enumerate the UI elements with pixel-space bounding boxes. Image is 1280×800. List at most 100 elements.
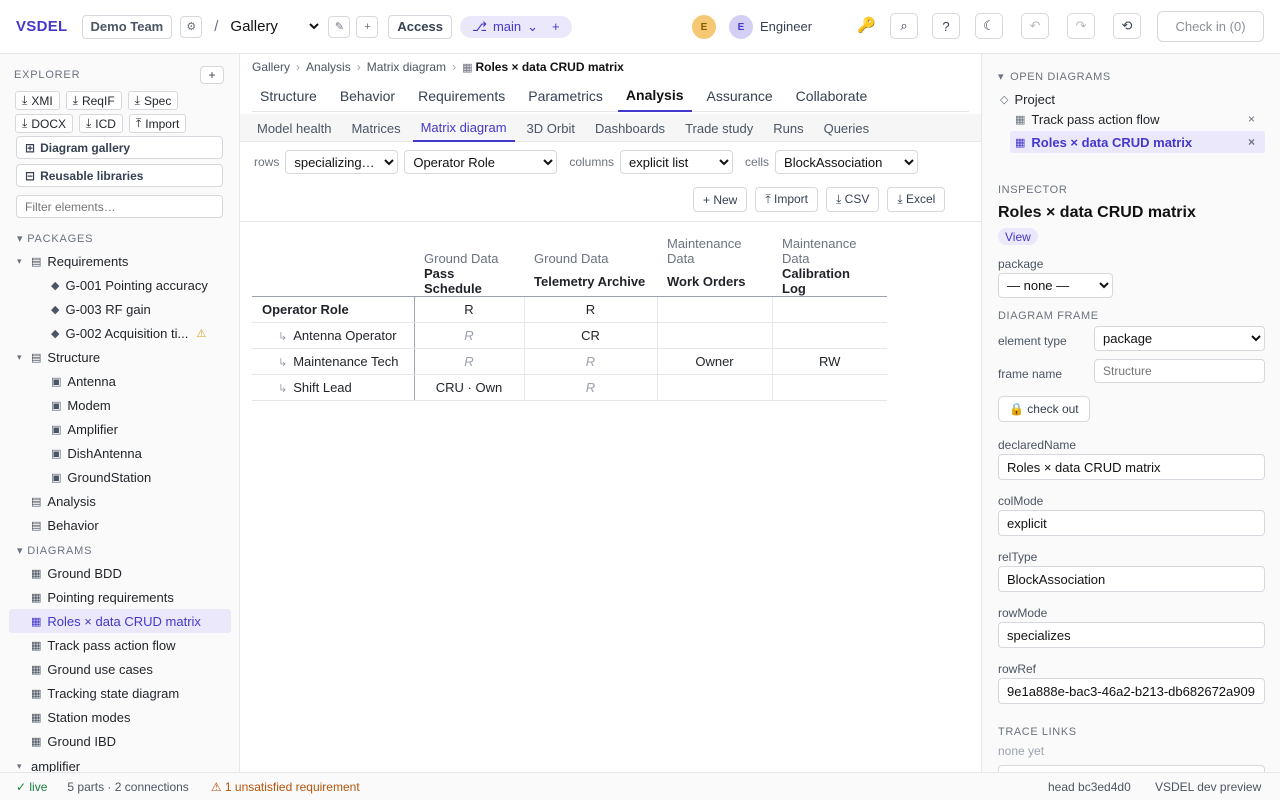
tree-block-modem[interactable]: ▣ Modem	[51, 393, 111, 417]
tab-assurance[interactable]: Assurance	[699, 80, 781, 112]
subtab-matrices[interactable]: Matrices	[343, 114, 408, 142]
subtab-matrix-diagram[interactable]: Matrix diagram	[412, 114, 515, 142]
matrix-cell[interactable]	[772, 374, 887, 401]
columns-mode-select[interactable]: explicit list	[620, 150, 734, 174]
tree-diagram-track-pass-action-flow[interactable]: ▦ Track pass action flow	[31, 633, 176, 657]
tree-package-analysis[interactable]: ▤ Analysis	[31, 489, 96, 513]
access-button[interactable]: Access	[388, 14, 452, 39]
redo-icon[interactable]: ↷	[1067, 13, 1095, 39]
diagram-gallery-button[interactable]: ⊞ Diagram gallery	[16, 136, 223, 159]
tree-package-structure[interactable]: ▾ ▤ Structure	[17, 345, 100, 369]
row-ref-input[interactable]	[998, 678, 1265, 704]
history-icon[interactable]: ⟲	[1113, 13, 1141, 39]
col-mode-input[interactable]	[998, 510, 1265, 536]
open-diagram-roles-crud[interactable]: ▦ Roles × data CRUD matrix ×	[1010, 131, 1265, 153]
matrix-cell[interactable]: RW	[772, 348, 887, 375]
row-header[interactable]: Operator Role	[252, 296, 415, 323]
column-header[interactable]: Calibration Log	[772, 266, 887, 297]
matrix-cell[interactable]: R	[414, 322, 525, 349]
matrix-cell[interactable]	[657, 296, 773, 323]
breadcrumb-matrix-diagram[interactable]: Matrix diagram	[367, 60, 446, 74]
column-header[interactable]: Work Orders	[657, 266, 772, 297]
new-button[interactable]: + New	[693, 187, 748, 212]
frame-name-input[interactable]	[1094, 359, 1265, 383]
matrix-cell[interactable]: Owner	[657, 348, 773, 375]
excel-button[interactable]: ⤓ Excel	[887, 187, 946, 212]
check-in-button[interactable]: Check in (0)	[1157, 11, 1264, 42]
undo-icon[interactable]: ↶	[1021, 13, 1049, 39]
close-icon[interactable]: ×	[1248, 112, 1255, 126]
theme-moon-icon[interactable]: ☾	[975, 13, 1003, 39]
row-header[interactable]: ↳ Antenna Operator	[252, 322, 415, 349]
team-button[interactable]: Demo Team	[81, 14, 173, 39]
tree-block-dishantenna[interactable]: ▣ DishAntenna	[51, 441, 142, 465]
avatar[interactable]: E	[692, 15, 716, 39]
export-icd-button[interactable]: ⤓ ICD	[78, 114, 123, 133]
tree-block-amplifier[interactable]: ▣ Amplifier	[51, 417, 118, 441]
search-icon[interactable]: ⌕	[890, 13, 918, 39]
matrix-cell[interactable]: R	[524, 374, 658, 401]
matrix-cell[interactable]: R	[414, 296, 525, 323]
export-xmi-button[interactable]: ⤓ XMI	[15, 91, 60, 110]
subtab-model-health[interactable]: Model health	[249, 114, 339, 142]
unsatisfied-requirement-warning[interactable]: ⚠ 1 unsatisfied requirement	[211, 780, 360, 794]
export-spec-button[interactable]: ⤓ Spec	[127, 91, 179, 110]
export-docx-button[interactable]: ⤓ DOCX	[15, 114, 73, 133]
matrix-cell[interactable]: CRU · Own	[414, 374, 525, 401]
matrix-cell[interactable]: R	[524, 296, 658, 323]
team-settings-gear-icon[interactable]: ⚙	[180, 15, 203, 38]
new-project-plus-icon[interactable]: +	[356, 15, 379, 38]
element-type-select[interactable]: package	[1094, 326, 1265, 351]
check-out-button[interactable]: 🔒 check out	[998, 396, 1090, 422]
filter-elements-input[interactable]	[16, 195, 223, 218]
tree-diagram-roles-crud-matrix[interactable]: ▦ Roles × data CRUD matrix	[9, 609, 231, 633]
subtab-runs[interactable]: Runs	[765, 114, 811, 142]
matrix-cell[interactable]	[772, 322, 887, 349]
diagrams-section-title[interactable]: ▾ DIAGRAMS	[17, 544, 92, 557]
matrix-cell[interactable]	[657, 322, 773, 349]
tree-diagram-tracking-state[interactable]: ▦ Tracking state diagram	[31, 681, 179, 705]
open-diagrams-project[interactable]: ◇ Project	[1000, 88, 1255, 110]
import-button[interactable]: ⤒ Import	[755, 187, 819, 212]
tree-item-amplifier[interactable]: ▾ amplifier	[17, 754, 80, 773]
tree-requirement-g003[interactable]: ◆ G-003 RF gain	[51, 297, 151, 321]
tree-package-requirements[interactable]: ▾ ▤ Requirements	[17, 249, 128, 273]
subtab-trade-study[interactable]: Trade study	[677, 114, 761, 142]
collapse-chevron-icon[interactable]: ▾	[17, 761, 31, 772]
tab-behavior[interactable]: Behavior	[332, 80, 403, 112]
tree-requirement-g001[interactable]: ◆ G-001 Pointing accuracy	[51, 273, 208, 297]
tree-block-antenna[interactable]: ▣ Antenna	[51, 369, 116, 393]
reusable-libraries-button[interactable]: ⊟ Reusable libraries	[16, 164, 223, 187]
key-icon[interactable]: 🔑	[857, 16, 876, 34]
close-icon[interactable]: ×	[1248, 135, 1255, 149]
row-header[interactable]: ↳ Maintenance Tech	[252, 348, 415, 375]
tree-block-groundstation[interactable]: ▣ GroundStation	[51, 465, 151, 489]
project-select[interactable]: Gallery	[226, 17, 323, 36]
tree-diagram-pointing-requirements[interactable]: ▦ Pointing requirements	[31, 585, 174, 609]
tab-parametrics[interactable]: Parametrics	[520, 80, 611, 112]
column-header[interactable]: Telemetry Archive	[524, 266, 657, 297]
collapse-chevron-icon[interactable]: ▾	[17, 256, 31, 267]
rename-pencil-icon[interactable]: ✎	[328, 15, 351, 38]
tree-diagram-ground-ibd[interactable]: ▦ Ground IBD	[31, 729, 116, 753]
rel-type-input[interactable]	[998, 566, 1265, 592]
matrix-cell[interactable]	[772, 296, 887, 323]
help-icon[interactable]: ?	[932, 13, 960, 39]
trace-link-input[interactable]	[998, 765, 1265, 772]
matrix-cell[interactable]: R	[524, 348, 658, 375]
add-element-plus-icon[interactable]: +	[200, 66, 224, 84]
import-button[interactable]: ⤒ Import	[128, 114, 187, 133]
new-branch-plus-icon[interactable]: +	[552, 19, 560, 34]
tree-requirement-g002[interactable]: ◆ G-002 Acquisition ti... ⚠	[51, 321, 206, 345]
export-reqif-button[interactable]: ⤓ ReqIF	[65, 91, 122, 110]
row-mode-input[interactable]	[998, 622, 1265, 648]
brand-logo[interactable]: VSDEL	[16, 18, 68, 35]
row-header[interactable]: ↳ Shift Lead	[252, 374, 415, 401]
subtab-3d-orbit[interactable]: 3D Orbit	[519, 114, 583, 142]
tab-requirements[interactable]: Requirements	[410, 80, 513, 112]
tab-analysis[interactable]: Analysis	[617, 80, 692, 112]
breadcrumb-analysis[interactable]: Analysis	[306, 60, 351, 74]
tab-structure[interactable]: Structure	[252, 80, 325, 112]
package-select[interactable]: — none —	[998, 273, 1113, 298]
tree-diagram-station-modes[interactable]: ▦ Station modes	[31, 705, 131, 729]
